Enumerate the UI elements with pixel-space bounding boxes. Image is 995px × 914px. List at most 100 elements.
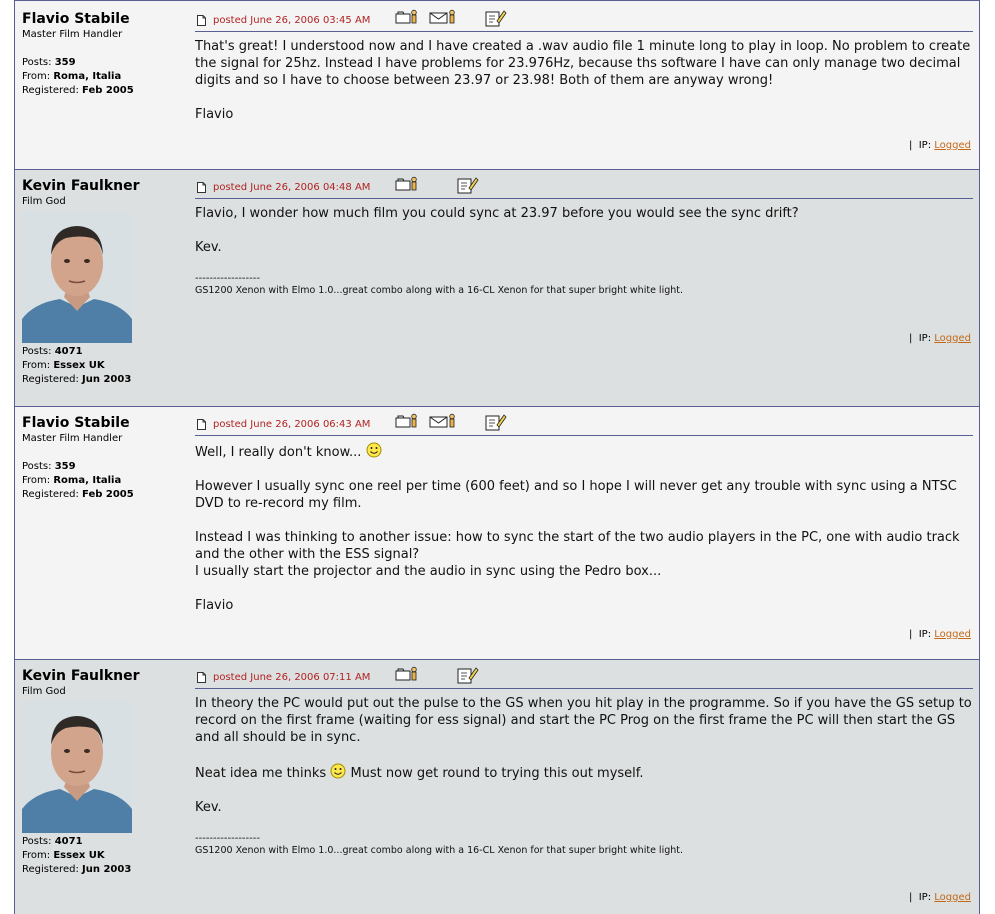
from-label: From:: [22, 850, 51, 861]
registered-label: Registered:: [22, 374, 79, 385]
author-panel: Kevin Faulkner Film God Posts: 4071 From…: [22, 668, 182, 877]
registered-label: Registered:: [22, 864, 79, 875]
forum-post: Flavio Stabile Master Film Handler Posts…: [15, 0, 979, 170]
message-text: Must now get round to trying this out my…: [350, 766, 644, 781]
ip-label: IP:: [918, 629, 932, 640]
message-text: Neat idea me thinks: [195, 766, 327, 781]
message-paragraph: Kev.: [195, 800, 222, 815]
author-rank: Film God: [22, 686, 66, 697]
email-icon[interactable]: [429, 413, 457, 433]
posts-label: Posts:: [22, 461, 52, 472]
post-header: posted June 26, 2006 07:11 AM: [195, 666, 973, 689]
posts-count: 4071: [54, 346, 83, 357]
post-message: That's great! I understood now and I hav…: [195, 38, 973, 123]
post-header: posted June 26, 2006 04:48 AM: [195, 176, 973, 199]
author-name[interactable]: Flavio Stabile: [22, 415, 182, 432]
ip-line: | IP: Logged: [909, 333, 971, 344]
logged-link[interactable]: Logged: [934, 333, 971, 344]
message-paragraph: Kev.: [195, 240, 222, 255]
logged-link[interactable]: Logged: [934, 629, 971, 640]
author-location: Roma, Italia: [53, 475, 122, 486]
avatar: [22, 211, 132, 343]
registered-label: Registered:: [22, 489, 79, 500]
author-name[interactable]: Kevin Faulkner: [22, 668, 182, 685]
forum-post: Flavio Stabile Master Film Handler Posts…: [15, 407, 979, 660]
author-location: Roma, Italia: [53, 71, 122, 82]
posts-count: 4071: [54, 836, 83, 847]
logged-link[interactable]: Logged: [934, 140, 971, 151]
profile-icon[interactable]: [395, 666, 419, 686]
author-location: Essex UK: [53, 850, 105, 861]
post-message: Well, I really don't know... However I u…: [195, 442, 973, 614]
post-body: posted June 26, 2006 07:11 AM In theory …: [195, 666, 973, 857]
posts-label: Posts:: [22, 346, 52, 357]
forum-post: Kevin Faulkner Film God Posts: 4071 From…: [15, 660, 979, 914]
post-message: In theory the PC would put out the pulse…: [195, 695, 973, 857]
profile-icon[interactable]: [395, 9, 419, 29]
ip-line: | IP: Logged: [909, 140, 971, 151]
edit-icon[interactable]: [457, 666, 479, 688]
message-text: Instead I was thinking to another issue:…: [195, 530, 960, 562]
signature-rule: ------------------: [195, 273, 260, 284]
posts-label: Posts:: [22, 57, 52, 68]
avatar: [22, 701, 132, 833]
author-stats: Posts: 4071 From: Essex UK Registered: J…: [22, 835, 182, 877]
post-body: posted June 26, 2006 03:45 AM That's gre…: [195, 9, 973, 140]
author-rank: Master Film Handler: [22, 29, 123, 40]
author-name[interactable]: Kevin Faulkner: [22, 178, 182, 195]
smiley-icon: [330, 763, 346, 779]
registered-label: Registered:: [22, 85, 79, 96]
post-header: posted June 26, 2006 06:43 AM: [195, 413, 973, 436]
author-name[interactable]: Flavio Stabile: [22, 11, 182, 28]
post-body: posted June 26, 2006 04:48 AM Flavio, I …: [195, 176, 973, 297]
edit-icon[interactable]: [485, 413, 507, 435]
author-stats: Posts: 359 From: Roma, Italia Registered…: [22, 56, 182, 98]
signature: GS1200 Xenon with Elmo 1.0...great combo…: [195, 285, 684, 296]
post-date: posted June 26, 2006 04:48 AM: [213, 182, 371, 193]
registered-date: Feb 2005: [82, 489, 134, 500]
message-paragraph: In theory the PC would put out the pulse…: [195, 696, 972, 745]
document-icon: [197, 419, 206, 430]
posts-count: 359: [54, 57, 76, 68]
ip-label: IP:: [918, 333, 932, 344]
message-paragraph: Flavio, I wonder how much film you could…: [195, 206, 799, 221]
author-panel: Kevin Faulkner Film God Posts: 4071 From…: [22, 178, 182, 387]
author-stats: Posts: 4071 From: Essex UK Registered: J…: [22, 345, 182, 387]
author-panel: Flavio Stabile Master Film Handler Posts…: [22, 415, 182, 502]
smiley-icon: [366, 442, 382, 458]
message-paragraph: Flavio: [195, 107, 234, 122]
post-message: Flavio, I wonder how much film you could…: [195, 205, 973, 297]
document-icon: [197, 672, 206, 683]
author-rank: Master Film Handler: [22, 433, 123, 444]
post-date: posted June 26, 2006 03:45 AM: [213, 15, 371, 26]
message-paragraph: Neat idea me thinks Must now get round t…: [195, 763, 973, 782]
signature-rule: ------------------: [195, 833, 260, 844]
from-label: From:: [22, 71, 51, 82]
profile-icon[interactable]: [395, 413, 419, 433]
author-rank: Film God: [22, 196, 66, 207]
ip-label: IP:: [918, 140, 932, 151]
edit-icon[interactable]: [485, 9, 507, 31]
from-label: From:: [22, 475, 51, 486]
message-paragraph: Flavio: [195, 598, 234, 613]
document-icon: [197, 182, 206, 193]
message-paragraph: However I usually sync one reel per time…: [195, 479, 957, 511]
author-location: Essex UK: [53, 360, 105, 371]
post-body: posted June 26, 2006 06:43 AM Well, I re…: [195, 413, 973, 631]
logged-link[interactable]: Logged: [934, 892, 971, 903]
ip-line: | IP: Logged: [909, 892, 971, 903]
email-icon[interactable]: [429, 9, 457, 29]
from-label: From:: [22, 360, 51, 371]
post-date: posted June 26, 2006 06:43 AM: [213, 419, 371, 430]
posts-count: 359: [54, 461, 76, 472]
edit-icon[interactable]: [457, 176, 479, 198]
message-text: I usually start the projector and the au…: [195, 564, 662, 579]
message-paragraph: Well, I really don't know...: [195, 442, 973, 461]
message-text: Well, I really don't know...: [195, 445, 362, 460]
post-header: posted June 26, 2006 03:45 AM: [195, 9, 973, 32]
message-paragraph: That's great! I understood now and I hav…: [195, 39, 971, 88]
signature: GS1200 Xenon with Elmo 1.0...great combo…: [195, 845, 684, 856]
forum-post: Kevin Faulkner Film God Posts: 4071 From…: [15, 170, 979, 407]
profile-icon[interactable]: [395, 176, 419, 196]
registered-date: Feb 2005: [82, 85, 134, 96]
